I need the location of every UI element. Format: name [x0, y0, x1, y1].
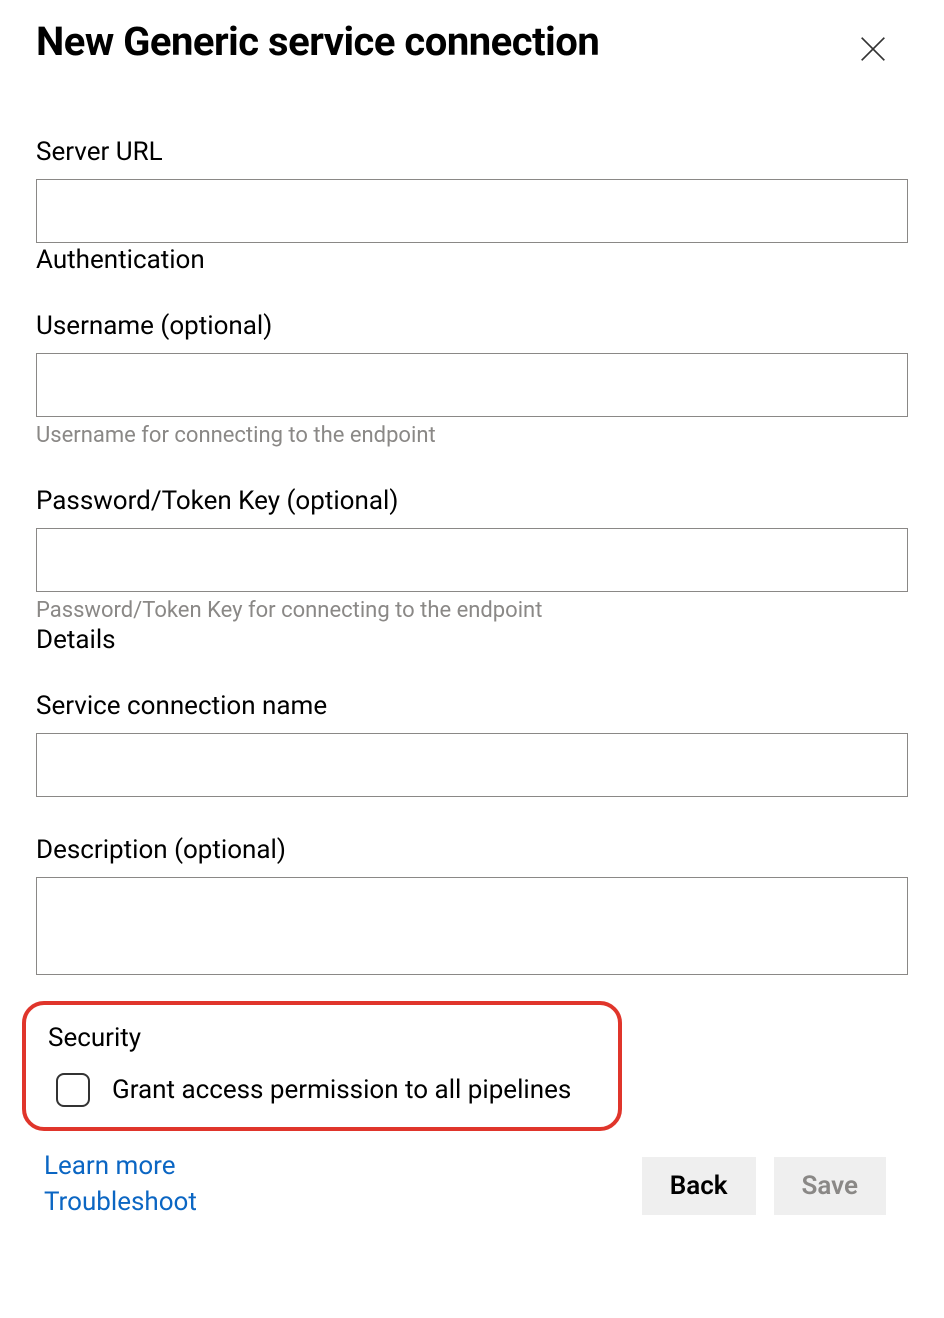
back-button[interactable]: Back — [642, 1157, 756, 1215]
username-helper: Username for connecting to the endpoint — [36, 423, 908, 448]
username-input[interactable] — [36, 353, 908, 417]
close-button[interactable] — [848, 24, 898, 77]
security-heading: Security — [48, 1023, 596, 1053]
name-group: Service connection name — [36, 691, 908, 797]
password-group: Password/Token Key (optional) Password/T… — [36, 486, 908, 623]
learn-more-link[interactable]: Learn more — [44, 1151, 197, 1181]
close-icon — [856, 54, 890, 69]
password-helper: Password/Token Key for connecting to the… — [36, 598, 908, 623]
grant-access-row: Grant access permission to all pipelines — [48, 1073, 596, 1107]
dialog-footer: Learn more Troubleshoot Back Save — [36, 1151, 908, 1217]
description-group: Description (optional) — [36, 835, 908, 979]
description-input[interactable] — [36, 877, 908, 975]
password-input[interactable] — [36, 528, 908, 592]
authentication-heading: Authentication — [36, 245, 908, 275]
dialog-title: New Generic service connection — [36, 18, 599, 66]
details-heading: Details — [36, 625, 908, 655]
grant-access-label[interactable]: Grant access permission to all pipelines — [112, 1075, 571, 1105]
footer-buttons: Back Save — [642, 1157, 886, 1215]
name-input[interactable] — [36, 733, 908, 797]
dialog-header: New Generic service connection — [36, 18, 908, 77]
name-label: Service connection name — [36, 691, 908, 721]
troubleshoot-link[interactable]: Troubleshoot — [44, 1187, 197, 1217]
service-connection-form: Server URL Authentication Username (opti… — [36, 137, 908, 1217]
password-label: Password/Token Key (optional) — [36, 486, 908, 516]
footer-links: Learn more Troubleshoot — [36, 1151, 197, 1217]
save-button[interactable]: Save — [774, 1157, 887, 1215]
username-label: Username (optional) — [36, 311, 908, 341]
server-url-label: Server URL — [36, 137, 908, 167]
username-group: Username (optional) Username for connect… — [36, 311, 908, 448]
server-url-group: Server URL — [36, 137, 908, 243]
grant-access-checkbox[interactable] — [56, 1073, 90, 1107]
description-label: Description (optional) — [36, 835, 908, 865]
security-highlight: Security Grant access permission to all … — [22, 1001, 622, 1131]
server-url-input[interactable] — [36, 179, 908, 243]
